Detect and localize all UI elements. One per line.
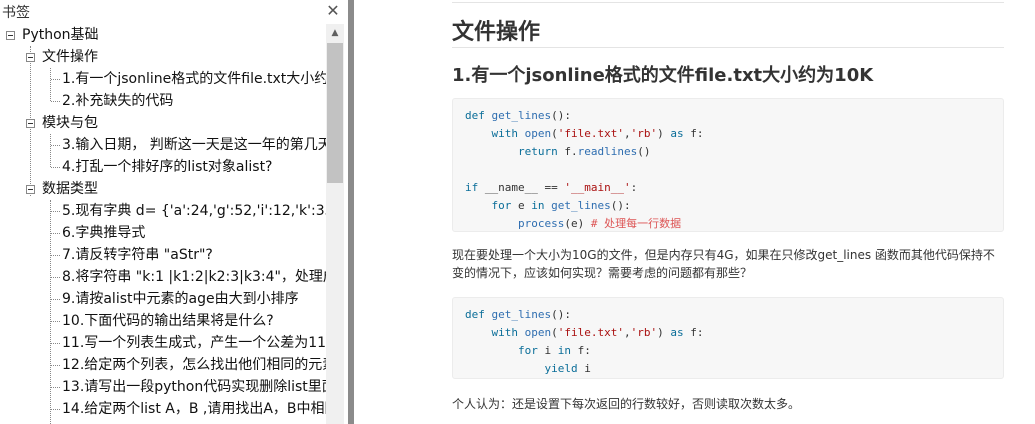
bookmark-item[interactable]: 6.字典推导式 — [62, 222, 326, 244]
tree-line — [51, 299, 60, 300]
code-line: with open('file.txt','rb') as f: — [491, 326, 704, 339]
tree-line — [51, 365, 60, 366]
bookmark-tree: Python基础 文件操作 1.有一个jsonline格式的文件file.txt… — [0, 24, 326, 424]
bookmark-item[interactable]: 5.现有字典 d= {'a':24,'g':52,'i':12,'k':33} — [62, 200, 326, 222]
tree-line — [51, 167, 60, 168]
section-heading: 文件操作 — [452, 20, 541, 45]
question-heading: 1.有一个jsonline格式的文件file.txt大小约为10K — [452, 65, 874, 86]
bookmark-group-data-types[interactable]: 数据类型 — [42, 178, 98, 200]
code-line: yield i — [544, 362, 591, 375]
tree-line — [51, 343, 60, 344]
code-line: for i in f: — [517, 344, 591, 357]
tree-line — [51, 255, 60, 256]
scroll-up-arrow-icon[interactable]: ▲ — [326, 24, 344, 42]
bookmark-group-modules[interactable]: 模块与包 — [42, 112, 98, 134]
bookmark-item[interactable]: 12.给定两个列表，怎么找出他们相同的元素 — [62, 354, 326, 376]
code-block: def get_lines(): with open('file.txt','r… — [452, 98, 1004, 232]
scrollbar-thumb[interactable] — [327, 43, 343, 183]
document-view: 文件操作 1.有一个jsonline格式的文件file.txt大小约为10K d… — [358, 0, 1035, 424]
paragraph: 个人认为：还是设置下每次返回的行数较好，否则读取次数太多。 — [452, 397, 801, 411]
code-line: process(e) # 处理每一行数据 — [517, 217, 682, 230]
tree-line — [51, 321, 60, 322]
code-line: for e in get_lines(): — [491, 199, 631, 212]
code-line: if __name__ == '__main__': — [465, 181, 638, 194]
tree-line — [51, 101, 60, 102]
collapse-toggle-icon[interactable] — [26, 53, 35, 62]
bookmark-panel: 书签 ✕ Python基础 文件操作 1.有一个jsonline格式的文件fil… — [0, 0, 346, 424]
paragraph: 现在要处理一个大小为10G的文件，但是内存只有4G，如果在只修改get_line… — [452, 248, 995, 280]
tree-line — [51, 211, 60, 212]
bookmark-item[interactable]: 11.写一个列表生成式，产生一个公差为11的等差数列 — [62, 332, 326, 354]
tree-line — [51, 145, 60, 146]
collapse-toggle-icon[interactable] — [26, 119, 35, 128]
code-line: with open('file.txt','rb') as f: — [491, 127, 704, 140]
divider — [452, 47, 1004, 48]
tree-line — [50, 68, 51, 101]
bookmark-root[interactable]: Python基础 — [22, 24, 99, 46]
code-line: def get_lines(): — [465, 308, 571, 321]
collapse-toggle-icon[interactable] — [26, 185, 35, 194]
bookmark-item[interactable]: 3.输入日期， 判断这一天是这一年的第几天 — [62, 134, 326, 156]
bookmark-item[interactable]: 2.补充缺失的代码 — [62, 90, 326, 112]
tree-line — [51, 409, 60, 410]
code-line: return f.readlines() — [517, 145, 651, 158]
collapse-toggle-icon[interactable] — [6, 31, 15, 40]
bookmark-scrollbar[interactable]: ▲ — [326, 24, 344, 424]
bookmark-item[interactable]: 14.给定两个list A，B ,请用找出A，B中相同的元素 — [62, 398, 326, 420]
code-block: def get_lines(): with open('file.txt','r… — [452, 297, 1004, 379]
bookmark-item[interactable]: 9.请按alist中元素的age由大到小排序 — [62, 288, 326, 310]
tree-line — [51, 277, 60, 278]
bookmark-item[interactable]: 4.打乱一个排好序的list对象alist? — [62, 156, 326, 178]
bookmark-item[interactable]: 1.有一个jsonline格式的文件file.txt大小约 — [62, 68, 326, 90]
bookmark-item[interactable]: 7.请反转字符串 "aStr"? — [62, 244, 326, 266]
divider — [452, 2, 1004, 3]
bookmark-item[interactable]: 13.请写出一段python代码实现删除list里面的重复元素 — [62, 376, 326, 398]
pane-splitter-bar[interactable] — [348, 0, 354, 424]
bookmark-item[interactable]: 8.将字符串 "k:1 |k1:2|k2:3|k3:4"，处理成字典 — [62, 266, 326, 288]
bookmark-group-file-ops[interactable]: 文件操作 — [42, 46, 98, 68]
tree-line — [50, 134, 51, 167]
close-icon[interactable]: ✕ — [325, 2, 341, 20]
tree-line — [51, 79, 60, 80]
bookmark-panel-header: 书签 ✕ — [0, 0, 346, 24]
bookmark-panel-title: 书签 — [2, 5, 30, 21]
bookmark-item[interactable]: 10.下面代码的输出结果将是什么? — [62, 310, 326, 332]
tree-line — [51, 387, 60, 388]
code-line: def get_lines(): — [465, 109, 571, 122]
tree-line — [51, 233, 60, 234]
